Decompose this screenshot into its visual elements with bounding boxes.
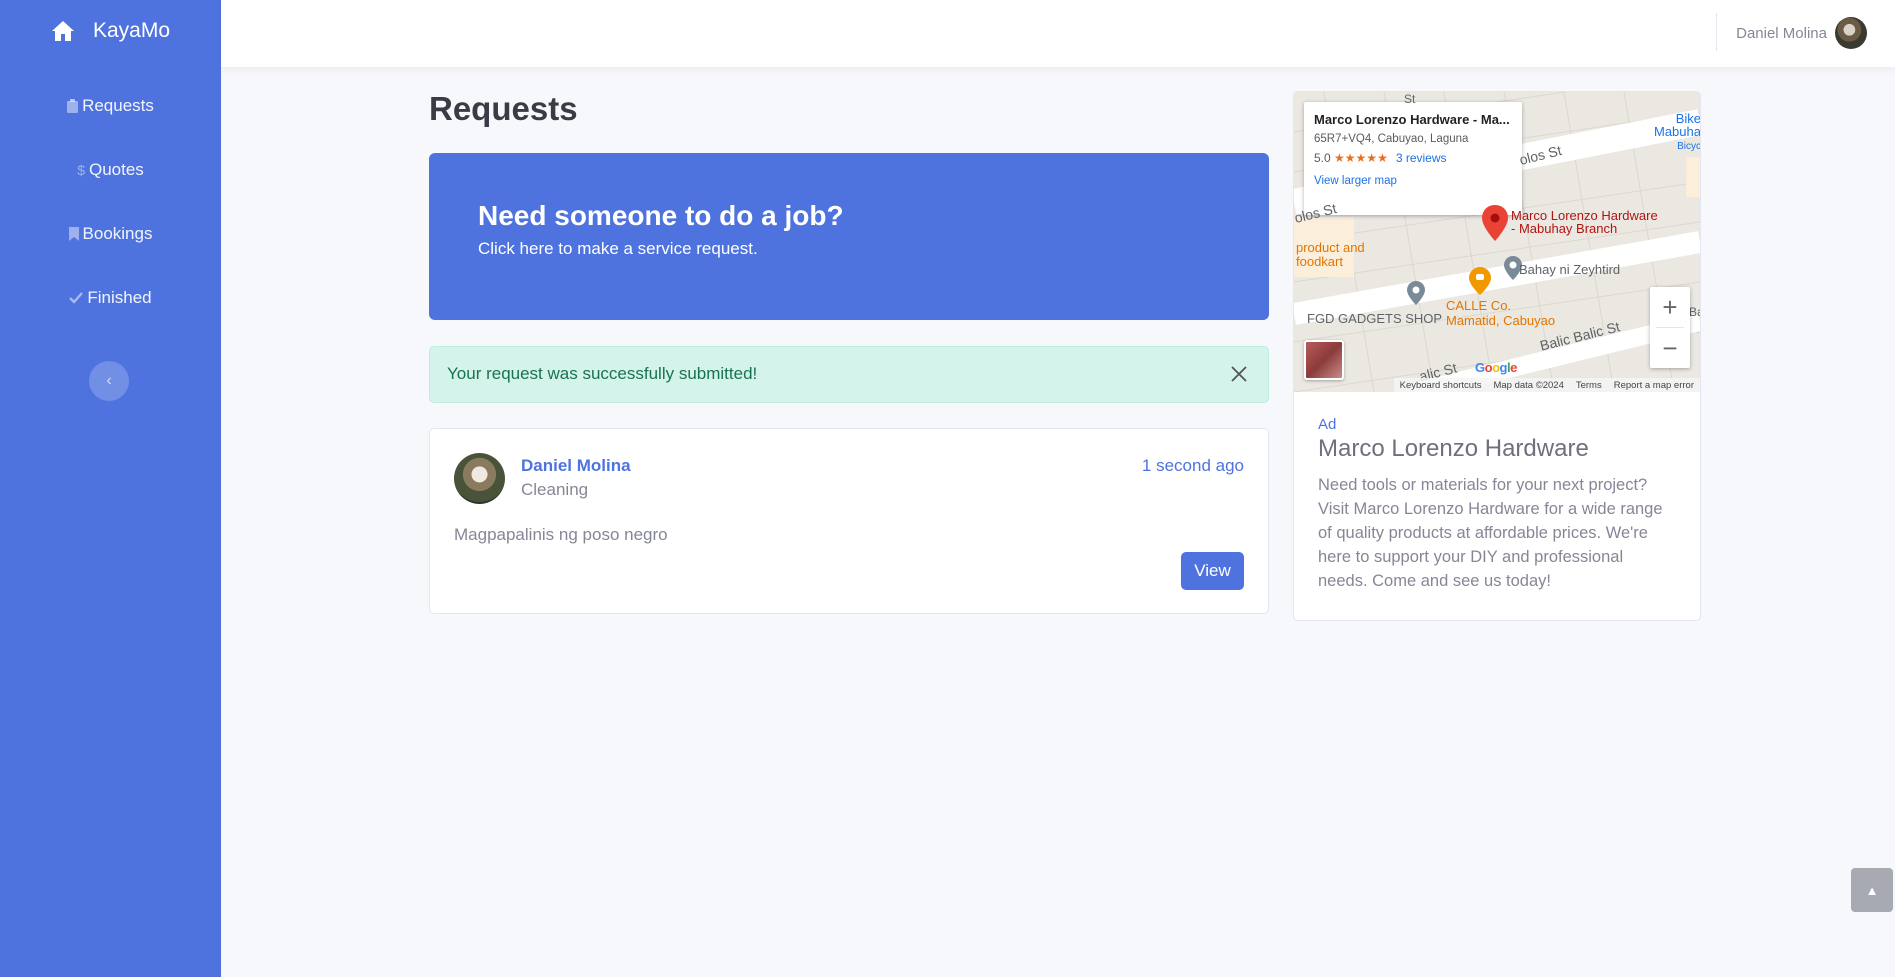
view-button[interactable]: View [1181, 552, 1244, 590]
zoom-in-button[interactable]: + [1650, 287, 1690, 327]
sidebar-toggle-button[interactable]: ‹ [89, 361, 129, 401]
chevron-up-icon: ▲ [1865, 882, 1879, 898]
banner-subtext: Click here to make a service request. [478, 239, 758, 258]
map-zoom-control: + − [1650, 287, 1690, 368]
sidebar-item-requests[interactable]: Requests [0, 74, 221, 138]
sidebar-nav: Requests $ Quotes Bookings Finished [0, 74, 221, 330]
keyboard-shortcuts-link[interactable]: Keyboard shortcuts [1400, 380, 1482, 391]
topbar-divider [1716, 13, 1717, 51]
restaurant-marker-icon [1469, 267, 1491, 295]
map-poi-label: product and foodkart [1296, 240, 1365, 269]
map-place-title: Marco Lorenzo Hardware - Ma... [1314, 112, 1510, 127]
terms-link[interactable]: Terms [1576, 380, 1602, 391]
ad-text: Need tools or materials for your next pr… [1318, 476, 1663, 590]
sidebar-item-bookings[interactable]: Bookings [0, 202, 221, 266]
street-label: Ba [1689, 305, 1700, 319]
close-icon[interactable] [1228, 363, 1250, 385]
brand-name: KayaMo [92, 19, 171, 42]
alert-message: Your request was successfully submitted! [447, 364, 758, 383]
map-marker-icon [1407, 281, 1425, 305]
ad-tag: Ad [1318, 416, 1337, 433]
zoom-out-button[interactable]: − [1650, 328, 1690, 368]
map-poi-label: Bike Mabuha Bicyc [1654, 111, 1700, 152]
clipboard-icon [67, 99, 79, 113]
avatar [454, 453, 505, 504]
bookmark-icon [68, 227, 79, 241]
brand[interactable]: KayaMo [0, 0, 221, 62]
user-name: Daniel Molina [1736, 24, 1827, 42]
view-larger-map-link[interactable]: View larger map [1314, 175, 1512, 187]
ad-body: Ad Marco Lorenzo Hardware Need tools or … [1294, 392, 1700, 617]
home-icon [51, 21, 74, 41]
banner-heading: Need someone to do a job? [478, 200, 844, 231]
user-menu[interactable]: Daniel Molina [1736, 17, 1867, 49]
map-info-window: Marco Lorenzo Hardware - Ma... 65R7+VQ4,… [1304, 102, 1522, 215]
map-reviews-link[interactable]: 3 reviews [1396, 151, 1447, 165]
chevron-left-icon: ‹ [106, 372, 112, 389]
embedded-map[interactable]: Marco Lorenzo Hardware - Ma... 65R7+VQ4,… [1294, 92, 1700, 392]
sidebar: KayaMo Requests $ Quotes Bookings Finish… [0, 0, 221, 977]
map-place-address: 65R7+VQ4, Cabuyao, Laguna [1314, 133, 1469, 145]
avatar [1835, 17, 1867, 49]
sidebar-item-finished[interactable]: Finished [0, 266, 221, 330]
request-time: 1 second ago [1141, 456, 1244, 475]
map-pin-label: Marco Lorenzo Hardware - Mabuhay Branch [1511, 208, 1658, 236]
success-alert: Your request was successfully submitted! [429, 346, 1269, 403]
street-label: St [1404, 92, 1416, 106]
scroll-to-top-button[interactable]: ▲ [1851, 868, 1893, 912]
request-user-name[interactable]: Daniel Molina [521, 456, 631, 476]
request-description: Magpapalinis ng poso negro [454, 525, 668, 544]
map-place-rating: 5.0 ★★★★★ 3 reviews [1314, 151, 1512, 165]
sidebar-item-quotes[interactable]: $ Quotes [0, 138, 221, 202]
rating-value: 5.0 [1314, 151, 1331, 165]
ad-title: Marco Lorenzo Hardware [1318, 435, 1589, 462]
sidebar-item-label: Bookings [82, 224, 153, 243]
report-map-error-link[interactable]: Report a map error [1614, 380, 1694, 391]
sidebar-item-label: Quotes [88, 160, 144, 179]
check-icon [69, 292, 84, 304]
star-icon: ★★★★★ [1334, 151, 1388, 165]
topbar: Daniel Molina [221, 0, 1895, 67]
sidebar-item-label: Finished [87, 288, 152, 307]
request-card: Daniel Molina Cleaning 1 second ago Magp… [429, 428, 1269, 614]
map-pin-icon[interactable] [1482, 205, 1508, 241]
dollar-icon: $ [77, 162, 85, 178]
google-logo: Google [1475, 360, 1517, 375]
map-poi-label: CALLE Co. Mamatid, Cabuyao [1446, 298, 1556, 328]
page-title: Requests [429, 90, 578, 127]
map-attribution: Keyboard shortcuts Map data ©2024 Terms … [1393, 378, 1700, 392]
ad-card: Marco Lorenzo Hardware - Ma... 65R7+VQ4,… [1293, 91, 1701, 621]
map-data-text: Map data ©2024 [1493, 379, 1564, 391]
map-type-toggle[interactable] [1304, 340, 1344, 380]
sidebar-item-label: Requests [82, 96, 154, 115]
map-poi-label: FGD GADGETS SHOP [1307, 311, 1443, 326]
map-poi-label: Bahay ni Zeyhtird [1519, 262, 1621, 277]
request-category: Cleaning [521, 480, 589, 499]
service-request-banner[interactable]: Need someone to do a job? Click here to … [429, 153, 1269, 320]
